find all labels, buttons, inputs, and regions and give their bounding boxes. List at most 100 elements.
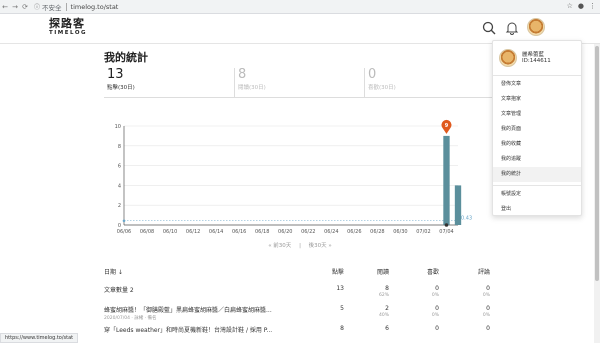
row-comments: 0 0%	[460, 305, 490, 318]
col-comments-header: 評論	[477, 269, 490, 276]
scrollbar-thumb[interactable]	[595, 46, 599, 281]
bar	[443, 135, 450, 225]
col-likes-header: 喜歡	[426, 269, 439, 276]
stats-table: 日期 ↓ 點擊 閱讀 喜歡 評論 文章數量 2 13 8 62% 0 0% 0 0% …	[104, 265, 496, 343]
row-likes-pct: 0%	[431, 313, 439, 318]
stat-tabs: 13 點擊(30日) 8 閱讀(30日) 0 喜歡(30日)	[104, 68, 494, 98]
dropdown-avatar	[499, 49, 517, 67]
dropdown-divider	[493, 185, 581, 186]
logo-en: TIMELOG	[49, 30, 88, 36]
row-comments-value: 0	[486, 285, 490, 292]
average-label: 0.43	[461, 216, 472, 222]
bell-icon[interactable]	[505, 21, 519, 35]
y-tick-label: 10	[115, 124, 121, 130]
menu-item-manage[interactable]: 文章管理	[493, 107, 581, 122]
x-tick-label: 06/10	[163, 229, 177, 235]
info-icon[interactable]: ⓘ	[34, 2, 40, 11]
tab-reads[interactable]: 8 閱讀(30日)	[234, 68, 364, 98]
back-icon[interactable]: ←	[0, 3, 10, 11]
next-30-days-link[interactable]: 後30天 »	[309, 243, 332, 249]
page-title: 我的統計	[104, 51, 148, 64]
search-icon[interactable]	[482, 21, 496, 35]
row-title-link[interactable]: 蜂蜜胡麻醬！「御膳殿藍」黑扁蜂蜜胡麻醬／白扁蜂蜜胡麻醬...	[104, 307, 272, 314]
table-row: 蜂蜜胡麻醬！「御膳殿藍」黑扁蜂蜜胡麻醬／白扁蜂蜜胡麻醬... 2020/07/04…	[104, 303, 496, 323]
row-likes-pct: 0%	[431, 293, 439, 298]
tab-reads-label: 閱讀(30日)	[238, 85, 266, 91]
x-tick-label: 06/26	[347, 229, 361, 235]
prev-30-days-link[interactable]: « 前30天	[268, 243, 291, 249]
row-comments-pct: 0%	[482, 293, 490, 298]
x-tick-label: 06/20	[278, 229, 292, 235]
tab-likes[interactable]: 0 喜歡(30日)	[364, 68, 494, 98]
date-pager: « 前30天 | 後30天 »	[0, 241, 600, 249]
col-reads-header: 閱讀	[376, 269, 389, 276]
profile-icon[interactable]: ●	[578, 2, 584, 10]
row-reads: 8 62%	[359, 285, 389, 298]
row-comments: 0 0%	[460, 285, 490, 298]
row-likes-value: 0	[435, 305, 439, 312]
row-reads-pct: 62%	[378, 293, 389, 298]
y-tick-label: 6	[118, 164, 121, 170]
row-reads: 2 40%	[359, 305, 389, 318]
row-reads-value: 2	[385, 305, 389, 312]
row-title[interactable]: 穿「Leeds weather」和時尚夏機新鞋！台灣設計鞋 / 採用 P...	[104, 325, 314, 334]
tab-likes-number: 0	[368, 67, 377, 82]
x-tick-label: 06/16	[232, 229, 246, 235]
site-logo[interactable]: 探路客 TIMELOG	[49, 17, 88, 37]
page-scrollbar[interactable]	[594, 44, 600, 343]
x-tick-label: 07/02	[416, 229, 430, 235]
tab-clicks-number: 13	[107, 67, 124, 82]
x-tick-label: 06/18	[255, 229, 269, 235]
browser-menu-icon[interactable]: ⋮	[589, 2, 596, 10]
dropdown-divider	[493, 75, 581, 76]
row-clicks: 5	[340, 305, 344, 312]
row-clicks: 13	[336, 285, 344, 292]
user-dropdown-menu: 麗希蕾藍 ID:144611 發佈文章 文章抱家 文章管理 我的頁面 我的收藏 …	[492, 40, 582, 216]
row-likes: 0	[435, 325, 439, 332]
address-bar[interactable]: ⓘ 不安全 timelog.to/stat	[34, 2, 118, 12]
row-reads: 6	[385, 325, 389, 332]
dropdown-user-id: ID:144611	[522, 58, 551, 64]
bookmark-star-icon[interactable]: ☆	[567, 2, 573, 10]
logo-cn: 探路客	[49, 17, 85, 30]
table-header: 日期 ↓ 點擊 閱讀 喜歡 評論	[104, 265, 496, 283]
menu-item-publish[interactable]: 發佈文章	[493, 77, 581, 92]
menu-item-stats[interactable]: 我的統計	[493, 167, 581, 182]
menu-item-drafts[interactable]: 文章抱家	[493, 92, 581, 107]
x-tick-label: 06/22	[301, 229, 315, 235]
clicks-chart: 024681006/06 06/08 06/10 06/12 06/14 06/16 06/…	[115, 119, 472, 235]
browser-toolbar: ← → ⟳ ⓘ 不安全 timelog.to/stat ☆ ● ⋮	[0, 0, 600, 14]
row-likes: 0 0%	[409, 305, 439, 318]
col-clicks-header: 點擊	[331, 269, 344, 276]
x-tick-label: 06/14	[209, 229, 223, 235]
menu-item-logout[interactable]: 登出	[493, 202, 581, 217]
menu-item-favorites[interactable]: 我的收藏	[493, 137, 581, 152]
row-likes: 0 0%	[409, 285, 439, 298]
row-likes-value: 0	[435, 285, 439, 292]
menu-item-following[interactable]: 我的追蹤	[493, 152, 581, 167]
reload-icon[interactable]: ⟳	[20, 3, 30, 11]
col-date-header[interactable]: 日期 ↓	[104, 267, 314, 276]
today-dot	[444, 223, 449, 227]
table-row: 穿「Leeds weather」和時尚夏機新鞋！台灣設計鞋 / 採用 P... …	[104, 323, 496, 343]
row-comments-value: 0	[486, 305, 490, 312]
x-tick-label: 06/06	[117, 229, 131, 235]
x-tick-label: 06/12	[186, 229, 200, 235]
row-reads-value: 8	[385, 285, 389, 292]
tab-clicks-label: 點擊(30日)	[107, 85, 135, 91]
row-title: 文章數量 2	[104, 287, 134, 294]
x-tick-label: 06/08	[140, 229, 154, 235]
row-clicks: 8	[340, 325, 344, 332]
user-avatar[interactable]	[527, 18, 545, 36]
bar	[454, 185, 462, 225]
pager-separator: |	[299, 243, 301, 249]
url-text[interactable]: timelog.to/stat	[71, 3, 119, 11]
y-tick-label: 4	[118, 183, 121, 189]
menu-item-account-settings[interactable]: 帳號設定	[493, 187, 581, 202]
forward-icon[interactable]: →	[10, 3, 20, 11]
row-meta: 2020/07/04 · 詠緒 · 備名	[104, 316, 157, 321]
x-tick-label: 06/24	[324, 229, 338, 235]
tab-clicks[interactable]: 13 點擊(30日)	[104, 68, 234, 98]
menu-item-my-page[interactable]: 我的頁面	[493, 122, 581, 137]
table-row: 文章數量 2 13 8 62% 0 0% 0 0%	[104, 283, 496, 303]
